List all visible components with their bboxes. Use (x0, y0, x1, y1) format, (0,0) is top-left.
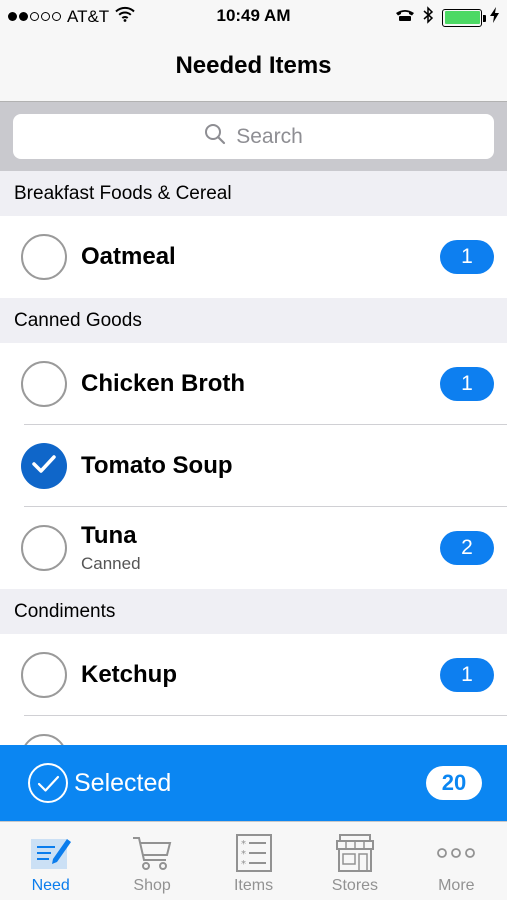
item-name: Ketchup (81, 661, 177, 688)
count-badge: 2 (440, 531, 494, 565)
count-badge: 1 (440, 367, 494, 401)
checkbox[interactable] (21, 234, 67, 280)
tab-label: More (438, 877, 475, 894)
search-input[interactable]: Search (13, 114, 494, 159)
tab-items[interactable]: * * * Items (203, 822, 304, 900)
edit-list-icon (29, 831, 73, 875)
list-item[interactable]: Oatmeal 1 (0, 216, 507, 298)
item-name: Chicken Broth (81, 370, 246, 397)
store-icon (333, 831, 377, 875)
tab-label: Items (233, 877, 274, 894)
tab-more[interactable]: More (406, 822, 507, 900)
items-list[interactable]: Breakfast Foods & Cereal Oatmeal 1 Canne… (0, 171, 507, 745)
checkbox[interactable] (21, 734, 67, 745)
check-circle-icon (27, 762, 69, 804)
status-bar: AT&T 10:49 AM (0, 0, 507, 36)
tab-shop[interactable]: Shop (101, 822, 202, 900)
search-bar-container: Search (0, 102, 507, 171)
search-icon (204, 123, 226, 150)
search-placeholder: Search (236, 124, 303, 148)
count-badge: 1 (440, 240, 494, 274)
tab-stores[interactable]: Stores (304, 822, 405, 900)
more-icon (434, 831, 478, 875)
checkmark-icon (32, 454, 56, 479)
item-name: Oatmeal (81, 243, 176, 270)
selected-label: Selected (74, 769, 172, 797)
checkbox[interactable] (21, 361, 67, 407)
tab-label: Shop (133, 877, 171, 894)
checkbox[interactable] (21, 652, 67, 698)
battery-fill (444, 11, 480, 24)
list-item[interactable]: Chicken Broth 1 (0, 343, 507, 425)
list-item[interactable]: Ketchup 1 (0, 634, 507, 716)
battery-icon (442, 8, 486, 27)
tab-need[interactable]: Need (0, 822, 101, 900)
item-subtitle: Canned (81, 554, 141, 573)
charging-bolt-icon (490, 7, 499, 28)
tab-label: Stores (331, 877, 379, 894)
checkbox-checked[interactable] (21, 443, 67, 489)
selected-count-badge: 20 (426, 766, 482, 800)
section-header: Canned Goods (0, 298, 507, 343)
list-item[interactable]: Tomato Soup (0, 425, 507, 507)
navigation-bar: Needed Items (0, 36, 507, 102)
page-title: Needed Items (175, 52, 332, 79)
section-header: Condiments (0, 589, 507, 634)
cart-icon (130, 831, 174, 875)
item-name: Tuna (81, 522, 137, 549)
section-header: Breakfast Foods & Cereal (0, 171, 507, 216)
checklist-icon: * * * (232, 831, 276, 875)
count-badge: 1 (440, 658, 494, 692)
selected-bar[interactable]: Selected 20 (0, 745, 507, 821)
list-item[interactable] (0, 716, 507, 745)
status-right (395, 6, 499, 29)
list-item[interactable]: Tuna Canned 2 (0, 507, 507, 589)
svg-text:*: * (241, 859, 246, 870)
tab-bar: Need Shop * * * Items Stores More (0, 821, 507, 900)
bluetooth-icon (423, 6, 434, 29)
tab-label: Need (31, 877, 70, 894)
item-name: Tomato Soup (81, 452, 233, 479)
checkbox[interactable] (21, 525, 67, 571)
phone-icon (395, 8, 415, 27)
